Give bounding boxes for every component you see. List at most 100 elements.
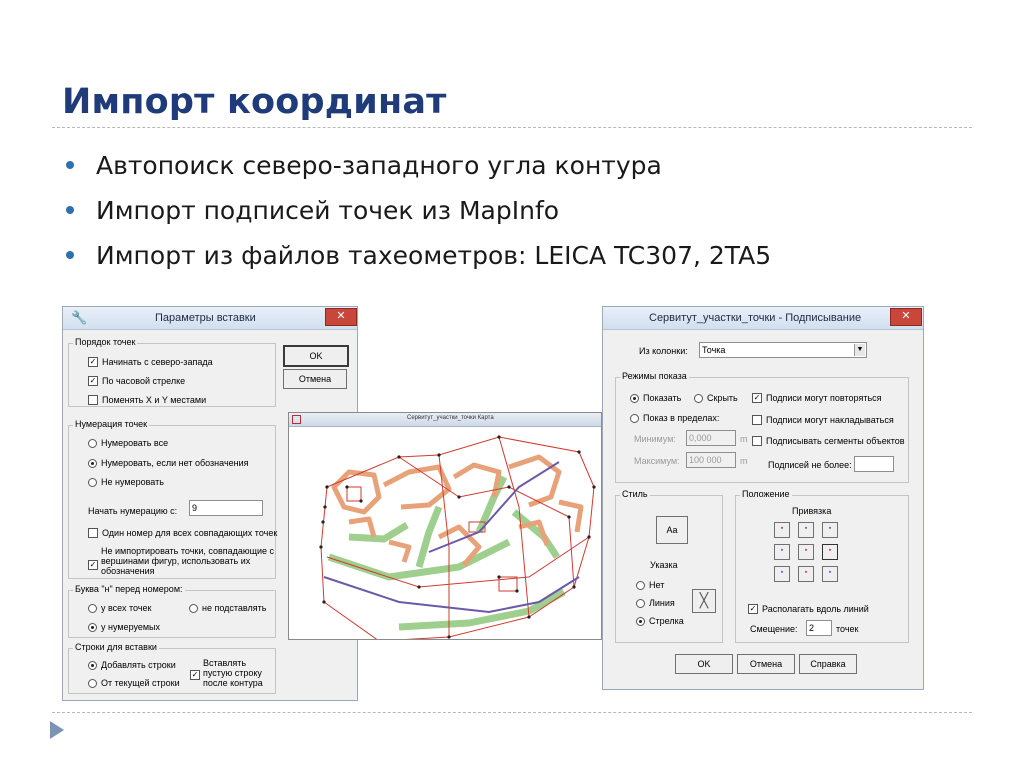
bullet-item: Импорт из файлов тахеометров: LEICA TC30… [66,233,771,278]
pointer-arrow-radio[interactable]: Стрелка [636,616,684,626]
checkbox-checked-icon: ✓ [88,357,98,367]
map-window-icon [292,415,301,424]
cancel-button[interactable]: Отмена [737,654,795,674]
checkbox-label: Располагать вдоль линий [762,604,869,614]
radio-label: Показать [643,393,682,403]
next-slide-arrow-icon[interactable] [50,721,64,739]
radio-icon [636,598,645,608]
dialog-title: Параметры вставки [155,312,256,324]
hide-radio[interactable]: Скрыть [694,393,738,403]
position-group: Положение Привязка ▪ ▪ ▪ ▪ ▪ ▪ ▪ ▪ ▪ ✓ Ра… [735,489,909,643]
help-button[interactable]: Справка [799,654,857,674]
radio-label: у нумеруемых [101,622,161,632]
start-number-label: Начать нумерацию с: [88,506,178,516]
max-labels-input[interactable] [854,456,894,472]
radio-icon [636,580,645,590]
radio-icon [88,678,97,688]
skip-vertices-checkbox[interactable]: ✓ [88,560,98,570]
segments-checkbox[interactable]: Подписывать сегменты объектов [752,436,905,446]
along-lines-checkbox[interactable]: ✓ Располагать вдоль линий [748,604,869,614]
anchor-top-center[interactable]: ▪ [798,522,814,538]
anchor-middle-left[interactable]: ▪ [774,544,790,560]
pointer-line-radio[interactable]: Линия [636,598,675,608]
checkbox-label: Подписывать сегменты объектов [766,436,905,446]
checkbox-label: Начинать с северо-запада [102,357,213,367]
cancel-button[interactable]: Отмена [283,369,347,389]
group-label: Стиль [620,489,650,499]
min-unit: m [740,434,748,444]
number-all-radio[interactable]: Нумеровать все [88,438,168,448]
group-label: Нумерация точек [73,419,150,429]
max-unit: m [740,456,748,466]
numbered-radio[interactable]: у нумеруемых [88,622,160,632]
anchor-bottom-center[interactable]: ▪ [798,566,814,582]
wrench-icon: 🔧 [71,310,88,325]
anchor-middle-right[interactable]: ▪ [822,544,838,560]
pointer-style-button[interactable]: ╳ [692,589,716,613]
min-input[interactable]: 0,000 [686,430,736,446]
checkbox-icon [88,528,98,538]
radio-label: Скрыть [707,393,738,403]
map-window[interactable]: Сервитут_участки_точки Карта [288,412,602,643]
group-label: Положение [740,489,792,499]
ok-button[interactable]: OK [675,654,733,674]
max-labels-label: Подписей не более: [768,460,852,470]
checkbox-icon [752,415,762,425]
all-points-radio[interactable]: у всех точек [88,603,151,613]
no-prefix-radio[interactable]: не подставлять [189,603,266,613]
close-button[interactable]: ✕ [890,308,922,326]
checkbox-label: Подписи могут накладываться [766,415,894,425]
skip-vertices-label: вершинами фигур, использовать их [101,556,251,566]
checkbox-checked-icon: ✓ [88,376,98,386]
column-label: Из колонки: [639,346,688,356]
nw-start-checkbox[interactable]: ✓ Начинать с северо-запада [88,357,213,367]
overlap-checkbox[interactable]: Подписи могут накладываться [752,415,894,425]
ok-button[interactable]: OK [283,345,349,367]
radio-label: Нумеровать все [101,438,169,448]
swap-xy-checkbox[interactable]: Поменять X и Y местами [88,395,206,405]
anchor-top-right[interactable]: ▪ [822,522,838,538]
radio-selected-icon [88,660,97,670]
checkbox-icon [752,436,762,446]
anchor-top-left[interactable]: ▪ [774,522,790,538]
cross-icon: ╳ [699,592,709,608]
range-radio[interactable]: Показ в пределах: [630,413,719,423]
no-number-radio[interactable]: Не нумеровать [88,477,164,487]
radio-icon [630,413,639,423]
column-select[interactable]: Точка ▼ [699,342,867,358]
insert-empty-row-checkbox[interactable]: ✓ [190,670,200,680]
start-number-input[interactable]: 9 [189,500,263,516]
anchor-bottom-right[interactable]: ▪ [822,566,838,582]
bullet-item: Импорт подписей точек из MapInfo [66,188,771,233]
insert-empty-label: пустую строку [203,668,262,678]
bullet-list: Автопоиск северо-западного угла контура … [66,143,771,278]
same-number-checkbox[interactable]: Один номер для всех совпадающих точек [88,528,277,538]
show-radio[interactable]: Показать [630,393,681,403]
radio-selected-icon [630,393,639,403]
pointer-none-radio[interactable]: Нет [636,580,664,590]
radio-label: Нет [649,580,665,590]
from-current-row-radio[interactable]: От текущей строки [88,678,180,688]
point-order-group: Порядок точек ✓ Начинать с северо-запада … [68,337,276,407]
anchor-center[interactable]: ▪ [798,544,814,560]
radio-selected-icon [636,616,645,626]
map-titlebar: Сервитут_участки_точки Карта [289,413,601,427]
font-button[interactable]: Аа [656,516,688,544]
close-button[interactable]: ✕ [325,308,357,326]
group-label: Порядок точек [73,337,138,347]
letter-prefix-group: Буква "н" перед номером: у всех точек не… [68,584,276,638]
skip-vertices-label: Не импортировать точки, совпадающие с [101,546,275,556]
checkbox-checked-icon: ✓ [748,604,758,614]
anchor-label: Привязка [792,506,832,516]
repeat-checkbox[interactable]: ✓ Подписи могут повторяться [752,393,882,403]
display-modes-group: Режимы показа Показать Скрыть Показ в пр… [615,371,909,483]
add-rows-radio[interactable]: Добавлять строки [88,660,176,670]
number-if-missing-radio[interactable]: Нумеровать, если нет обозначения [88,458,249,468]
map-title: Сервитут_участки_точки Карта [407,415,494,421]
max-input[interactable]: 100 000 [686,452,736,468]
anchor-bottom-left[interactable]: ▪ [774,566,790,582]
offset-input[interactable]: 2 [806,620,832,636]
clockwise-checkbox[interactable]: ✓ По часовой стрелке [88,376,185,386]
radio-label: Добавлять строки [101,660,176,670]
dialog-titlebar: Сервитут_участки_точки - Подписывание ✕ [603,307,923,330]
